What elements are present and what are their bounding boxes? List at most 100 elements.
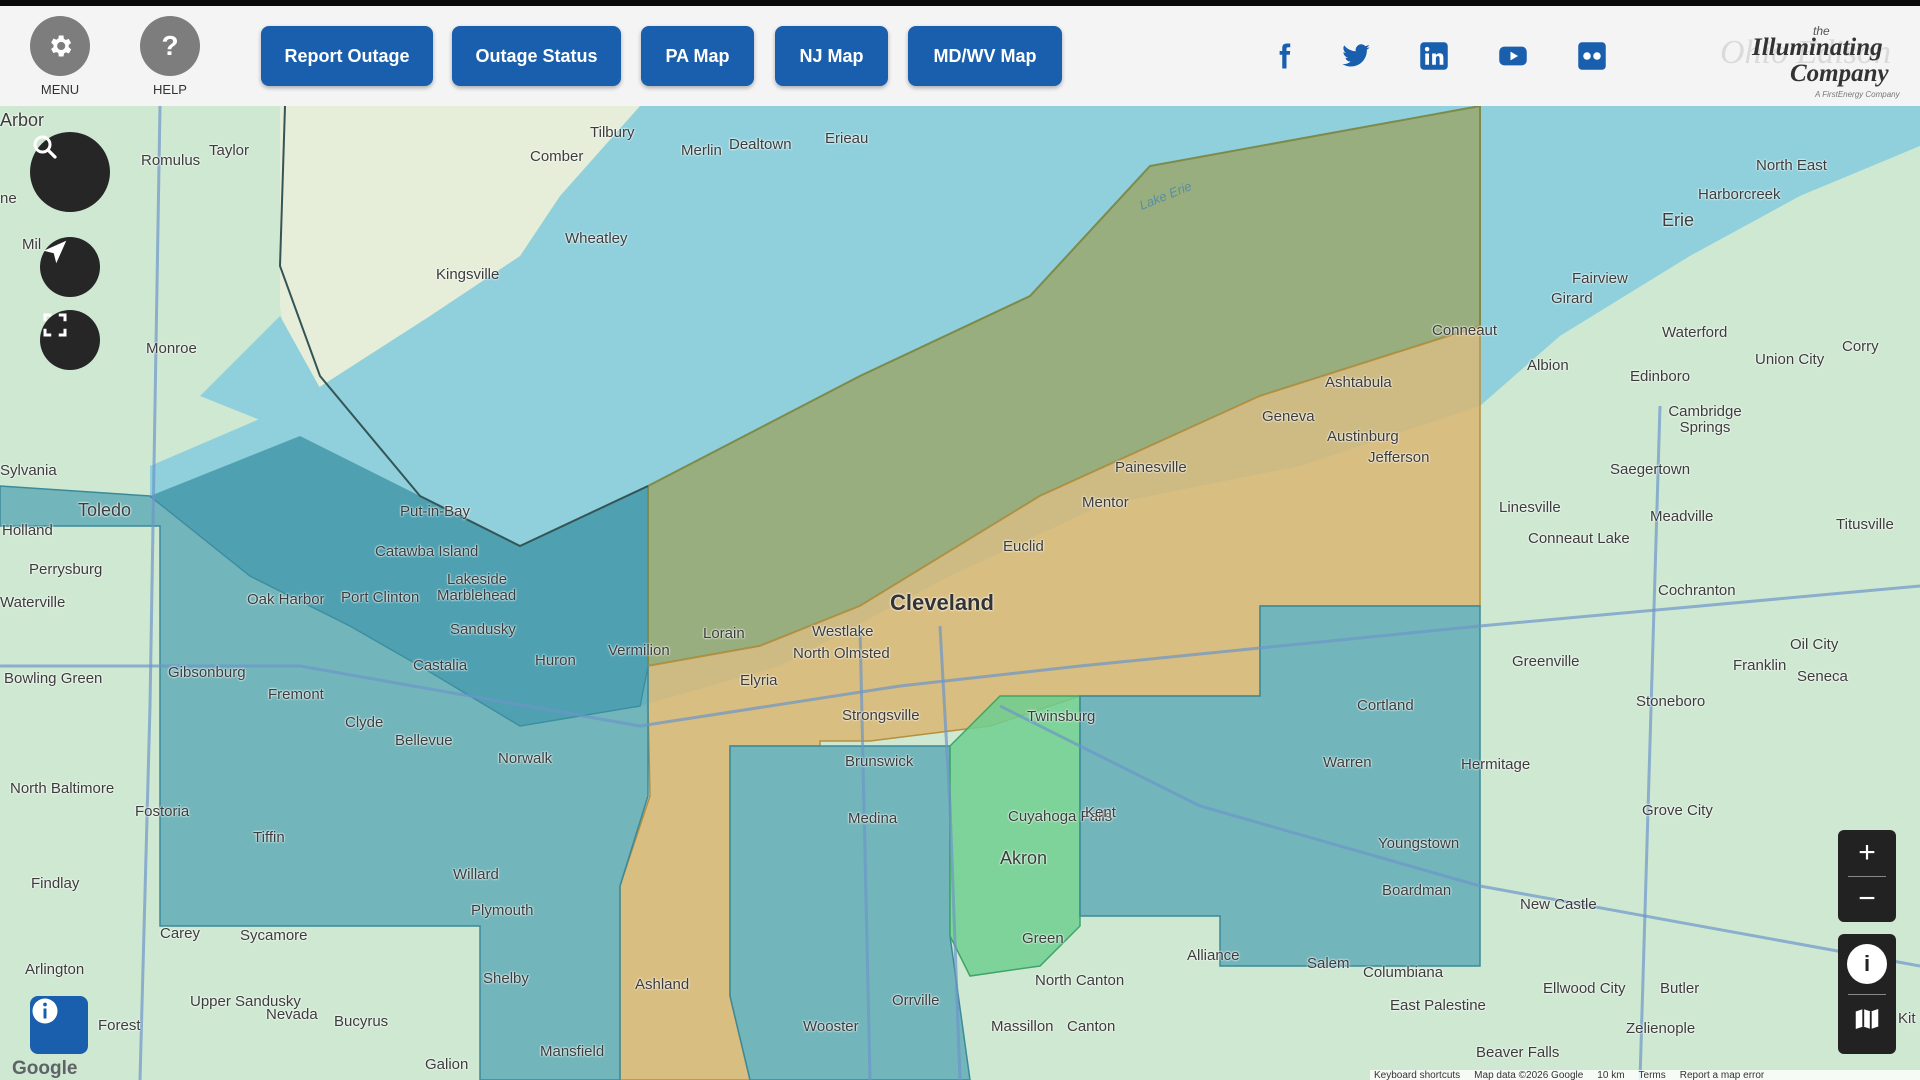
label-orrville: Orrville xyxy=(892,992,940,1009)
label-columbiana: Columbiana xyxy=(1363,964,1444,981)
label-willard: Willard xyxy=(453,866,499,883)
label-taylor: Taylor xyxy=(209,142,250,159)
linkedin-icon xyxy=(1420,42,1448,70)
legend-button[interactable]: i xyxy=(1847,944,1887,984)
label-painesville: Painesville xyxy=(1115,459,1187,476)
report-outage-button[interactable]: Report Outage xyxy=(261,26,433,86)
facebook-icon xyxy=(1279,43,1291,69)
navigation-arrow-icon xyxy=(43,240,67,264)
youtube-link[interactable] xyxy=(1497,40,1529,72)
label-ashtabula: Ashtabula xyxy=(1325,374,1392,391)
label-bowling-green: Bowling Green xyxy=(4,670,103,687)
label-erie: Erie xyxy=(1662,210,1695,230)
label-cochranton: Cochranton xyxy=(1658,582,1736,599)
label-east-palestine: East Palestine xyxy=(1390,997,1486,1014)
menu-label: MENU xyxy=(40,82,80,97)
label-strongsville: Strongsville xyxy=(842,707,920,724)
label-akron: Akron xyxy=(1000,848,1048,868)
map-data-text: Map data ©2026 Google xyxy=(1474,1070,1584,1080)
twitter-link[interactable] xyxy=(1340,40,1372,72)
label-comber: Comber xyxy=(530,148,584,165)
map-type-control: i xyxy=(1838,934,1896,1054)
menu-button[interactable] xyxy=(30,16,90,76)
label-sylvania: Sylvania xyxy=(0,462,57,479)
label-titusville: Titusville xyxy=(1836,516,1894,533)
linkedin-link[interactable] xyxy=(1418,40,1450,72)
label-forest: Forest xyxy=(98,1017,141,1034)
label-plymouth: Plymouth xyxy=(471,902,534,919)
md-wv-map-button[interactable]: MD/WV Map xyxy=(908,26,1062,86)
plus-icon: + xyxy=(1858,836,1876,869)
label-green: Green xyxy=(1022,930,1064,947)
label-elyria: Elyria xyxy=(740,672,778,689)
label-mansfield: Mansfield xyxy=(540,1043,605,1060)
keyboard-shortcuts-link[interactable]: Keyboard shortcuts xyxy=(1374,1070,1460,1080)
label-holland: Holland xyxy=(2,522,53,539)
outage-status-button[interactable]: Outage Status xyxy=(452,26,621,86)
label-wheatley: Wheatley xyxy=(565,230,628,247)
label-catawba-island: Catawba Island xyxy=(375,543,479,560)
terms-link[interactable]: Terms xyxy=(1639,1070,1666,1080)
logo-tagline: A FirstEnergy Company xyxy=(1815,90,1900,99)
label-kit: Kit xyxy=(1898,1010,1916,1027)
label-romulus: Romulus xyxy=(141,152,201,169)
label-wooster: Wooster xyxy=(803,1018,859,1035)
label-carey: Carey xyxy=(160,925,201,942)
minus-icon: − xyxy=(1858,882,1876,915)
label-harborcreek: Harborcreek xyxy=(1698,186,1781,203)
zoom-out-button[interactable]: − xyxy=(1838,876,1896,922)
zoom-control: + − xyxy=(1838,830,1896,922)
company-logo[interactable]: Ohio Edison the Illuminating Company A F… xyxy=(1720,20,1910,100)
google-logo: Google xyxy=(12,1058,78,1079)
gear-icon xyxy=(51,35,72,57)
label-alliance: Alliance xyxy=(1187,947,1240,964)
facebook-link[interactable] xyxy=(1268,40,1300,72)
search-button[interactable] xyxy=(30,132,110,212)
label-jefferson: Jefferson xyxy=(1368,449,1430,466)
label-port-clinton: Port Clinton xyxy=(341,589,420,606)
label-north-olmsted: North Olmsted xyxy=(793,645,890,662)
label-ellwood-city: Ellwood City xyxy=(1543,980,1626,997)
logo-name-line2: Company xyxy=(1790,60,1889,87)
label-tilbury: Tilbury xyxy=(590,124,635,141)
help-button[interactable]: ? xyxy=(140,16,200,76)
label-greenville: Greenville xyxy=(1512,653,1580,670)
label-linesville: Linesville xyxy=(1499,499,1561,516)
pa-map-button[interactable]: PA Map xyxy=(641,26,754,86)
label-stoneboro: Stoneboro xyxy=(1636,693,1706,710)
label-mil: Mil xyxy=(22,236,42,253)
locate-me-button[interactable] xyxy=(40,237,100,297)
label-ne: ne xyxy=(0,190,17,207)
scale-text[interactable]: 10 km xyxy=(1597,1070,1624,1080)
label-kingsville: Kingsville xyxy=(436,266,500,283)
label-corry: Corry xyxy=(1842,338,1879,355)
flickr-link[interactable] xyxy=(1576,40,1608,72)
fullscreen-button[interactable] xyxy=(40,310,100,370)
label-castalia: Castalia xyxy=(413,657,468,674)
label-dealtown: Dealtown xyxy=(729,136,792,153)
nj-map-button[interactable]: NJ Map xyxy=(775,26,888,86)
zoom-in-button[interactable]: + xyxy=(1838,830,1896,876)
label-fairview: Fairview xyxy=(1572,270,1628,287)
map-layers-button[interactable] xyxy=(1852,1004,1882,1034)
label-toledo: Toledo xyxy=(78,500,132,520)
label-salem: Salem xyxy=(1307,955,1350,972)
label-sycamore: Sycamore xyxy=(240,927,308,944)
label-oil-city: Oil City xyxy=(1790,636,1839,653)
flickr-icon xyxy=(1578,42,1606,70)
layers-divider xyxy=(1848,994,1886,995)
label-new-castle: New Castle xyxy=(1520,896,1597,913)
label-erieau: Erieau xyxy=(825,130,869,147)
label-medina: Medina xyxy=(848,810,898,827)
report-map-error-link[interactable]: Report a map error xyxy=(1680,1070,1764,1080)
label-fremont: Fremont xyxy=(268,686,324,703)
info-button[interactable] xyxy=(30,996,88,1054)
label-waterford: Waterford xyxy=(1662,324,1728,341)
label-conneaut-lake: Conneaut Lake xyxy=(1528,530,1630,547)
question-icon: ? xyxy=(161,30,179,61)
label-cleveland: Cleveland xyxy=(890,590,994,615)
outage-map[interactable]: Lake Erie Cleveland Toledo Akron Erie Lo… xyxy=(0,106,1920,1080)
label-seneca: Seneca xyxy=(1797,668,1848,685)
label-mentor: Mentor xyxy=(1082,494,1129,511)
label-meadville: Meadville xyxy=(1650,508,1714,525)
